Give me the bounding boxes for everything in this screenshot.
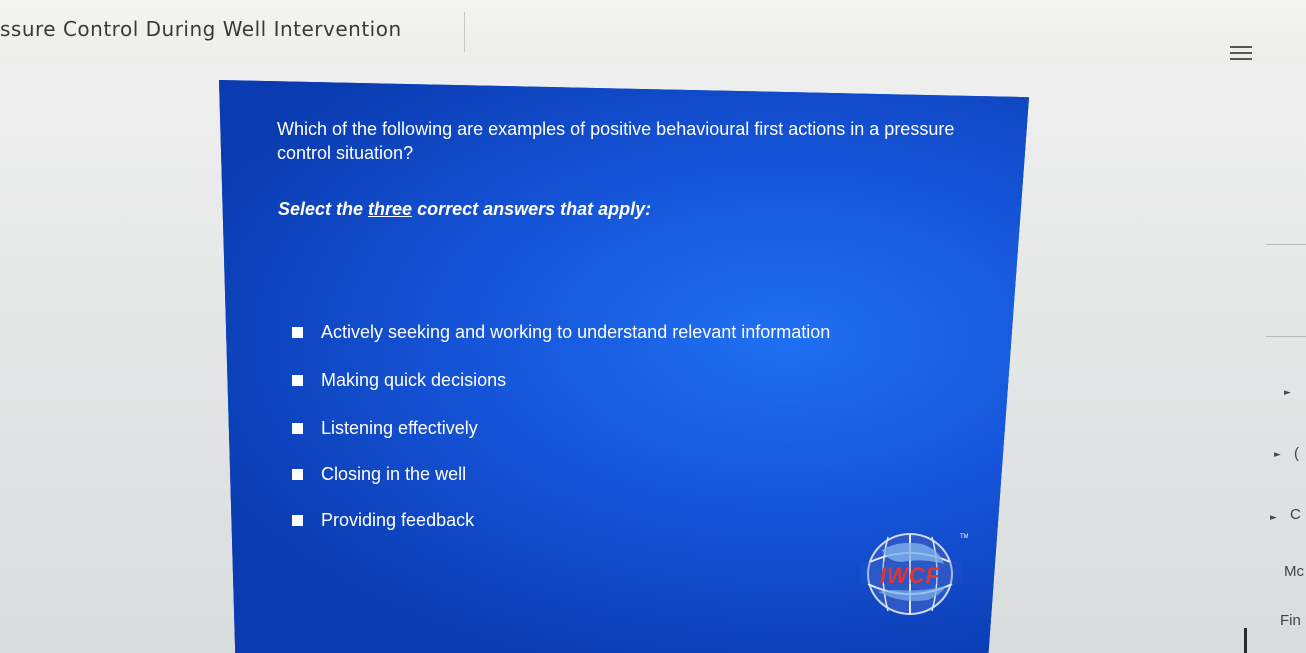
question-text: Which of the following are examples of p… [277,119,955,163]
option-label: Actively seeking and working to understa… [321,322,831,342]
active-indicator [1244,628,1247,653]
side-menu-partial: ► ► ( ► C Mc Fin [1230,230,1306,653]
menu-divider [1266,244,1306,245]
option-label: Making quick decisions [321,370,507,390]
checkbox-icon[interactable] [292,515,303,526]
chevron-right-icon[interactable]: ► [1274,450,1281,460]
answer-option-3[interactable]: Listening effectively [292,418,478,439]
instruction-suffix: correct answers that apply: [412,199,652,219]
checkbox-icon[interactable] [292,423,303,434]
instruction-emphasis: three [368,199,413,219]
answer-option-4[interactable]: Closing in the well [292,464,466,485]
logo-text: IWCF [880,563,940,588]
chevron-right-icon[interactable]: ► [1270,513,1277,523]
chevron-right-icon[interactable]: ► [1284,388,1291,398]
title-divider [464,12,465,52]
option-label: Closing in the well [321,464,467,484]
instruction-prefix: Select the [278,199,369,219]
answer-option-2[interactable]: Making quick decisions [292,370,506,391]
course-title: ssure Control During Well Intervention [0,17,402,41]
trademark-mark: TM [960,534,968,540]
checkbox-icon[interactable] [292,327,303,338]
menu-item-label[interactable]: C [1290,506,1301,523]
answer-option-5[interactable]: Providing feedback [292,510,474,531]
option-label: Providing feedback [321,510,475,530]
menu-item-label[interactable]: ( [1294,445,1299,462]
menu-item-label[interactable]: Mc [1284,563,1304,580]
iwcf-logo: IWCF TM [860,533,968,615]
instruction-text: Select the three correct answers that ap… [278,199,651,220]
checkbox-icon[interactable] [292,469,303,480]
option-label: Listening effectively [321,418,478,438]
app-screen: ssure Control During Well Intervention W… [0,0,1306,653]
top-bar: ssure Control During Well Intervention [0,0,1306,64]
hamburger-menu-icon[interactable] [1230,46,1252,62]
checkbox-icon[interactable] [292,375,303,386]
menu-divider [1266,336,1306,337]
menu-item-label[interactable]: Fin [1280,612,1301,629]
answer-option-1[interactable]: Actively seeking and working to understa… [292,322,830,343]
